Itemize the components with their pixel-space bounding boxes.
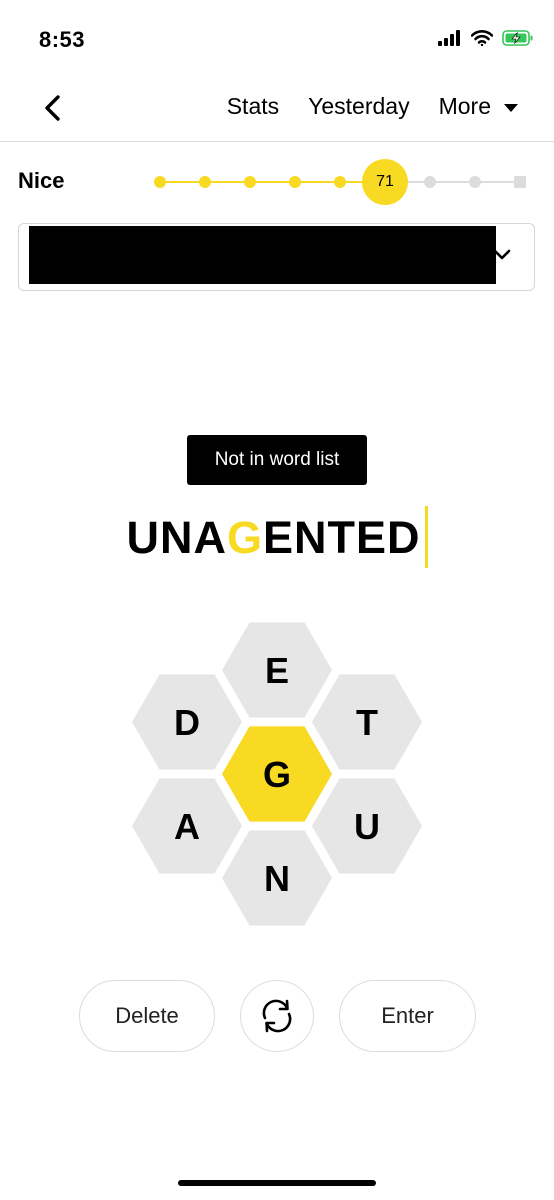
hive-cell-outer[interactable]: A — [132, 778, 242, 874]
shuffle-icon — [262, 999, 292, 1033]
delete-button[interactable]: Delete — [79, 980, 215, 1052]
hive-cell-outer[interactable]: U — [312, 778, 422, 874]
hive-cell-outer[interactable]: T — [312, 674, 422, 770]
hive-cell-center[interactable]: G — [222, 726, 332, 822]
shuffle-button[interactable] — [240, 980, 314, 1052]
hive-cell-outer[interactable]: N — [222, 830, 332, 926]
hive-hexagon — [132, 778, 242, 874]
hive-hexagon — [312, 674, 422, 770]
hive-hexagon — [312, 778, 422, 874]
hive-hexagon — [222, 622, 332, 718]
enter-button[interactable]: Enter — [339, 980, 476, 1052]
enter-label: Enter — [381, 1003, 434, 1028]
hive-cell-outer[interactable]: E — [222, 622, 332, 718]
delete-label: Delete — [115, 1003, 179, 1028]
hive-hexagon — [222, 830, 332, 926]
hive-hexagon — [222, 726, 332, 822]
hive-hexagon — [132, 674, 242, 770]
hive-cell-outer[interactable]: D — [132, 674, 242, 770]
home-indicator — [178, 1180, 376, 1186]
